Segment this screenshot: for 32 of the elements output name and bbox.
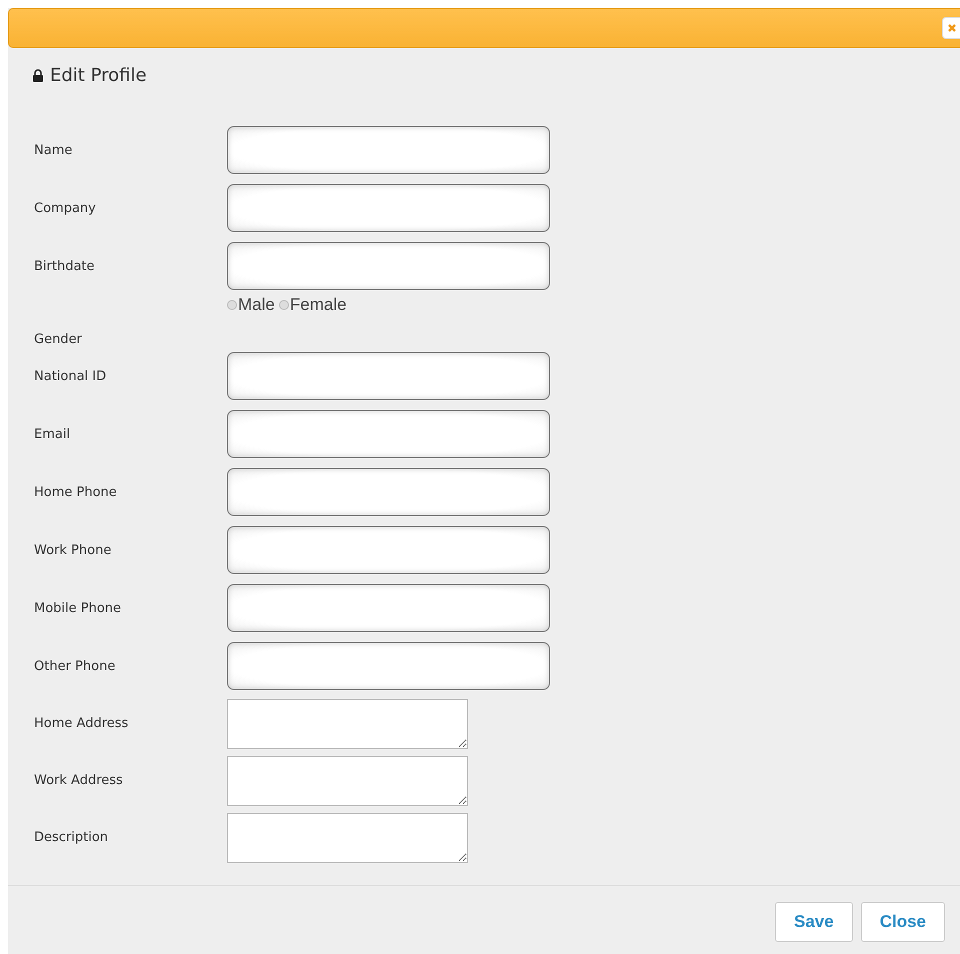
field-label: Work Phone [34,542,112,558]
radio-button[interactable] [278,300,289,310]
input-field[interactable] [227,468,550,516]
lock-icon [32,68,44,82]
input-field[interactable] [227,184,550,232]
radio-button[interactable] [227,300,237,310]
radio-label[interactable]: Female [290,295,347,315]
close-button[interactable] [942,17,960,39]
footer-button[interactable]: Close [860,902,945,942]
dialog-title: Edit Profile [50,64,147,86]
radio-label[interactable]: Male [238,295,275,315]
field-label: Gender [34,332,83,347]
field-label: Home Address [34,716,130,731]
input-field[interactable] [227,410,550,458]
field-label: National ID [34,368,108,384]
input-field[interactable] [227,584,550,632]
field-label: Mobile Phone [34,600,122,616]
field-label: Email [34,426,72,442]
field-label: Work Address [34,773,124,788]
footer-button[interactable]: Save [775,902,853,942]
input-field[interactable] [227,642,550,690]
field-label: Description [34,830,110,845]
field-label: Other Phone [34,658,116,674]
field-label: Home Phone [34,484,118,500]
input-field[interactable] [227,352,550,400]
close-icon [948,24,956,32]
input-field[interactable] [227,526,550,574]
field-label: Name [34,142,74,158]
input-field[interactable] [227,126,550,174]
input-field[interactable] [227,242,550,290]
field-label: Birthdate [34,258,96,274]
field-label: Company [34,200,97,216]
